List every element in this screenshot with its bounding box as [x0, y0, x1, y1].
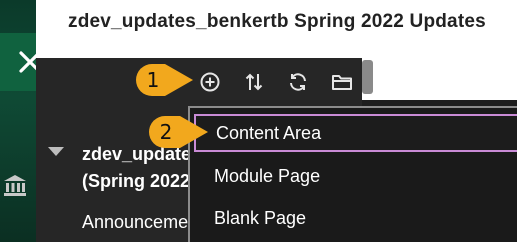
course-menu-course-name[interactable]: zdev_updates_benkertb (Spring 2022 Updat… — [82, 141, 192, 195]
menu-item-announcements[interactable]: Announcements — [82, 212, 192, 233]
course-name-line-2: (Spring 2022 Updates) — [82, 171, 192, 191]
course-title: zdev_updates_benkertb Spring 2022 Update… — [68, 11, 486, 32]
callout-badge-2: 2 — [148, 115, 208, 149]
course-header: zdev_updates_benkertb Spring 2022 Update… — [36, 0, 517, 58]
collapse-caret-icon[interactable] — [48, 147, 64, 156]
reorder-icon[interactable] — [242, 70, 266, 94]
callout-number-1: 1 — [146, 68, 160, 92]
add-menu-item-icon[interactable] — [198, 70, 222, 94]
folder-view-icon[interactable] — [330, 70, 354, 94]
menu-option-module-page[interactable]: Module Page — [194, 157, 517, 195]
add-menu-item-dropdown: Content Area Module Page Blank Page — [188, 106, 517, 242]
institution-icon[interactable] — [2, 172, 28, 198]
callout-badge-1: 1 — [135, 63, 193, 97]
refresh-icon[interactable] — [286, 70, 310, 94]
panel-resize-handle[interactable] — [362, 60, 373, 94]
menu-option-blank-page[interactable]: Blank Page — [194, 199, 517, 237]
menu-option-content-area[interactable]: Content Area — [194, 114, 517, 152]
callout-number-2: 2 — [159, 120, 173, 144]
